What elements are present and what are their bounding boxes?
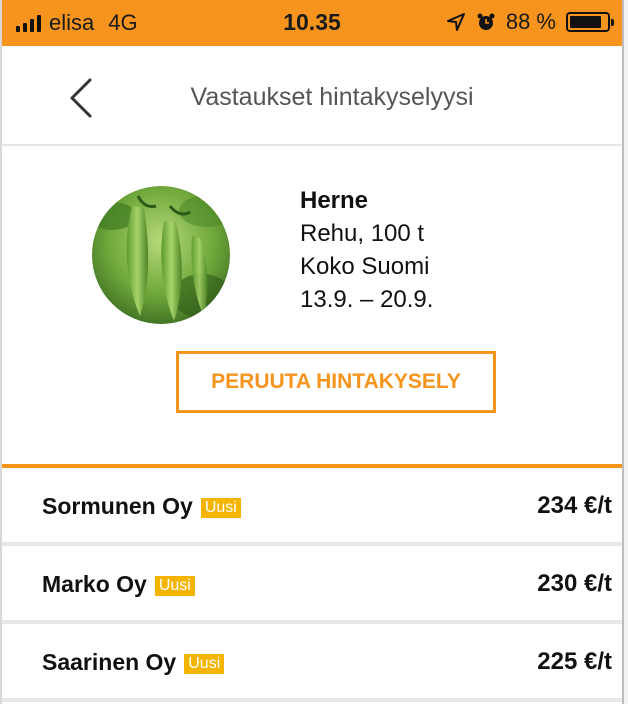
offer-row[interactable]: Marko Oy Uusi 230 €/t <box>2 546 622 624</box>
offer-row[interactable]: Sormunen Oy Uusi 234 €/t <box>2 468 622 546</box>
product-name: Herne <box>300 187 369 214</box>
offer-company: Saarinen Oy Uusi <box>42 649 225 676</box>
battery-percent: 88 % <box>505 9 556 34</box>
page-title: Vastaukset hintakyselyysi <box>190 83 474 111</box>
pea-pods-photo <box>92 186 230 324</box>
battery-fill <box>570 16 602 28</box>
new-badge: Uusi <box>200 498 241 518</box>
product-detail-area: Koko Suomi <box>300 253 430 280</box>
offer-price: 230 €/t <box>537 570 612 597</box>
new-badge: Uusi <box>154 576 195 596</box>
nav-bar: Vastaukset hintakyselyysi <box>2 46 622 145</box>
new-badge: Uusi <box>184 654 225 674</box>
product-info: Herne Rehu, 100 t Koko Suomi 13.9. – 20.… <box>300 184 433 316</box>
battery-icon <box>566 12 614 32</box>
location-arrow-icon <box>446 13 465 31</box>
status-bar: elisa 4G 10.35 88 % <box>2 0 622 46</box>
alarm-icon <box>477 13 495 30</box>
phone-screen: elisa 4G 10.35 88 % Vastaukset hintakyse… <box>0 0 624 704</box>
cancel-request-button[interactable]: PERUUTA HINTAKYSELY <box>176 351 496 413</box>
offer-price: 234 €/t <box>537 492 612 519</box>
offer-row[interactable]: Saarinen Oy Uusi 225 €/t <box>2 624 622 702</box>
offer-company: Marko Oy Uusi <box>42 571 195 598</box>
product-detail-dates: 13.9. – 20.9. <box>300 286 434 313</box>
offer-company: Sormunen Oy Uusi <box>42 493 241 520</box>
product-detail-type: Rehu, 100 t <box>300 220 425 247</box>
product-image <box>92 186 230 324</box>
product-summary: Herne Rehu, 100 t Koko Suomi 13.9. – 20.… <box>2 146 622 464</box>
offer-list: Sormunen Oy Uusi 234 €/t Marko Oy Uusi 230… <box>2 468 622 702</box>
offer-price: 225 €/t <box>537 648 612 675</box>
